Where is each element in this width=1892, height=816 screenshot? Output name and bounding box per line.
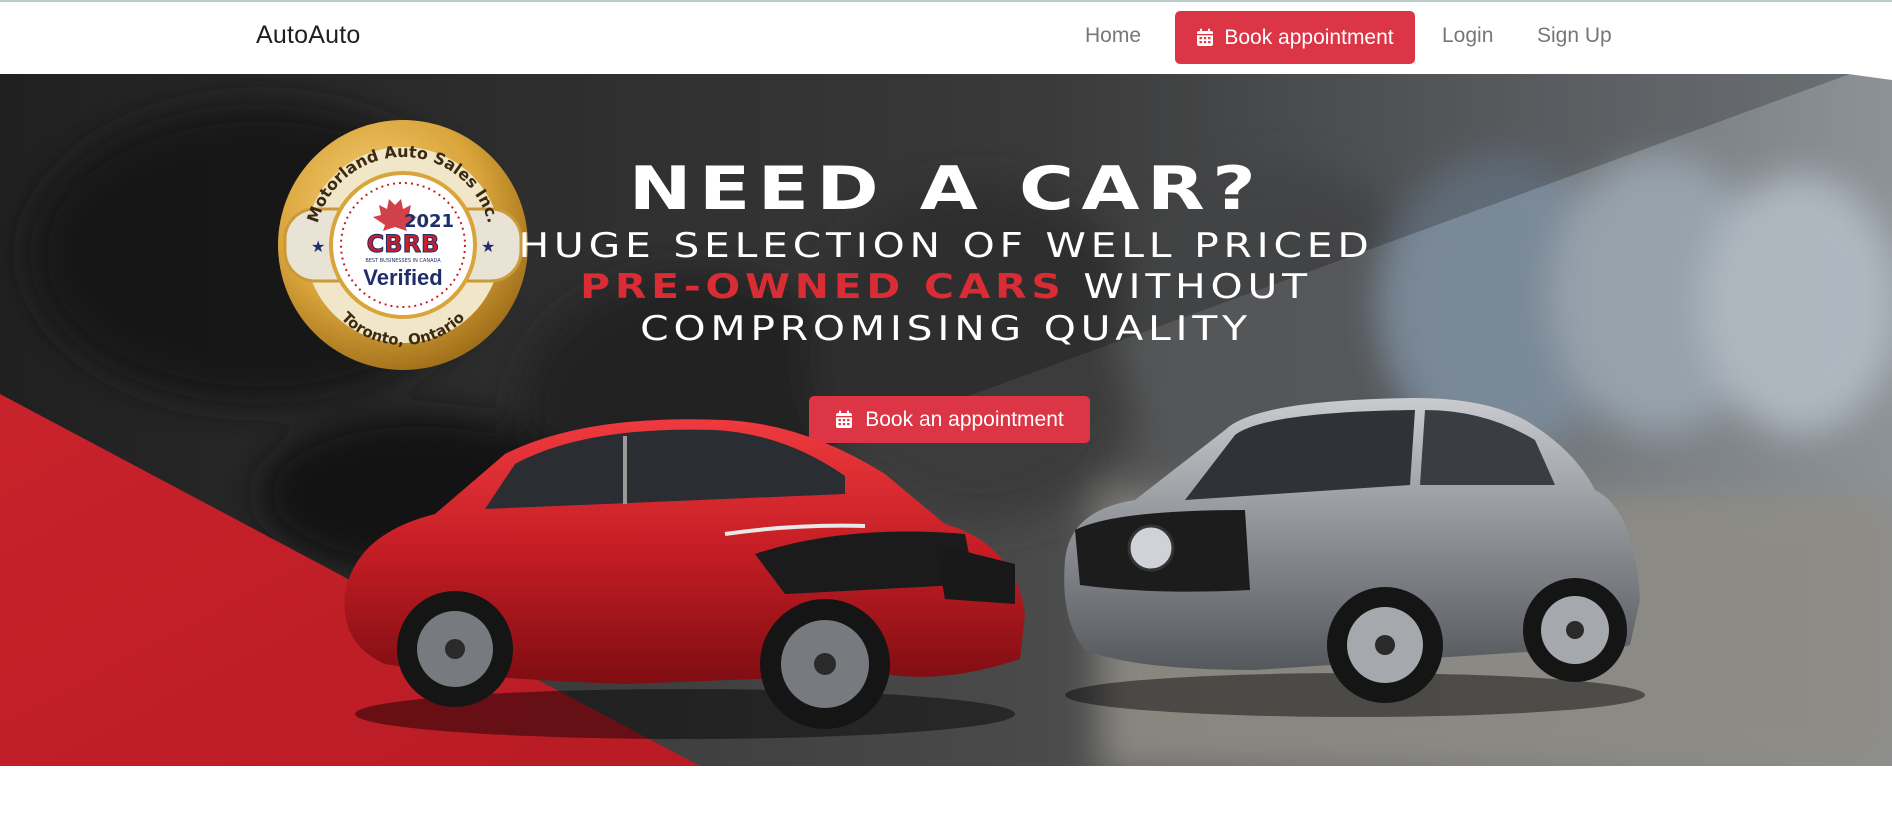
hero-subline-1: HUGE SELECTION OF WELL PRICED bbox=[518, 226, 1374, 266]
hero-highlight: PRE-OWNED CARS bbox=[580, 267, 1066, 307]
hero-headline: NEED A CAR? bbox=[628, 154, 1264, 224]
book-appointment-button[interactable]: Book appointment bbox=[1175, 11, 1415, 64]
hero-subline-2-rest: WITHOUT bbox=[1065, 267, 1312, 307]
red-sedan-image bbox=[344, 419, 1025, 739]
hero-subline-2: PRE-OWNED CARS WITHOUT bbox=[0, 267, 1892, 307]
hero-banner: Motorland Auto Sales Inc. Toronto, Ontar… bbox=[0, 74, 1892, 766]
navbar: AutoAuto Home Book appointment Login Sig… bbox=[0, 2, 1892, 73]
calendar-icon bbox=[1197, 28, 1214, 46]
hero-subline-3: COMPROMISING QUALITY bbox=[640, 309, 1252, 349]
nav-signup-link[interactable]: Sign Up bbox=[1537, 24, 1612, 48]
silver-suv-image bbox=[1064, 398, 1645, 717]
nav-login-link[interactable]: Login bbox=[1442, 24, 1493, 48]
nav-home-link[interactable]: Home bbox=[1085, 24, 1141, 48]
brand-logo[interactable]: AutoAuto bbox=[256, 21, 360, 50]
book-appointment-label: Book appointment bbox=[1224, 25, 1394, 49]
